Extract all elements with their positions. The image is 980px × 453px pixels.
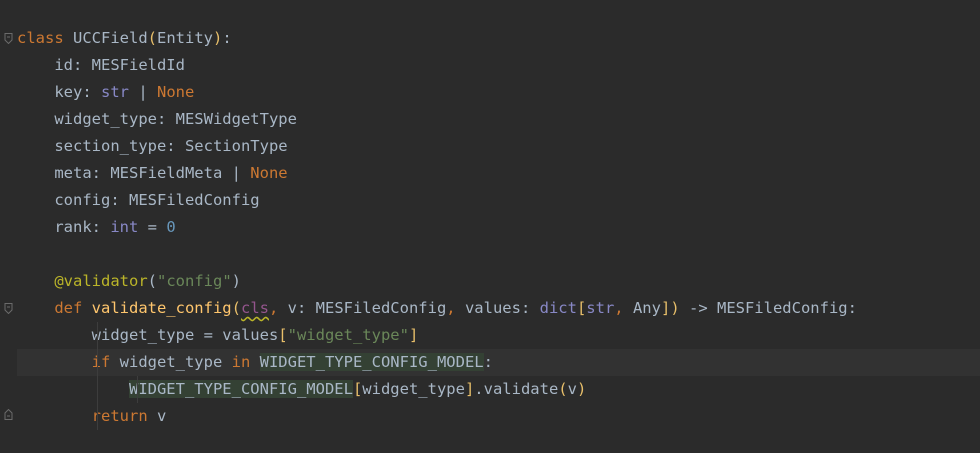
- code-token: int: [110, 218, 139, 236]
- code-token: ]: [660, 299, 671, 317]
- code-token: key:: [17, 83, 101, 101]
- code-token: validate_config: [91, 299, 232, 317]
- code-token: "config": [157, 272, 232, 290]
- code-token: rank:: [17, 218, 111, 236]
- code-token: None: [157, 83, 195, 101]
- code-token: if: [91, 353, 120, 371]
- editor-gutter: [0, 0, 14, 453]
- code-token: str: [586, 299, 615, 317]
- fold-open-icon[interactable]: [4, 33, 13, 44]
- code-token: ,: [446, 299, 465, 317]
- code-token: (: [147, 272, 157, 290]
- code-token: ,: [614, 299, 633, 317]
- code-token: ]: [408, 326, 419, 344]
- code-line[interactable]: id: MESFieldId: [17, 52, 980, 79]
- code-token: widget_type: [362, 380, 465, 398]
- code-token: UCCField: [73, 29, 148, 47]
- code-token: widget_type: MESWidgetType: [17, 110, 297, 128]
- code-token: Entity: [157, 29, 213, 47]
- code-token: :: [222, 29, 232, 47]
- code-token: ): [231, 272, 241, 290]
- code-token: (: [147, 29, 157, 47]
- code-token: cls: [240, 299, 269, 317]
- indent-guide: [97, 322, 98, 349]
- code-token: [: [278, 326, 288, 344]
- code-token: config: MESFiledConfig: [17, 191, 260, 209]
- code-line[interactable]: [17, 241, 980, 268]
- code-token: values:: [464, 299, 540, 317]
- code-line[interactable]: return v: [17, 403, 980, 430]
- code-token: ,: [268, 299, 288, 317]
- indent-guide: [97, 376, 98, 403]
- code-token: meta: MESFieldMeta |: [17, 164, 251, 182]
- code-token: widget_type: [119, 353, 232, 371]
- code-token: None: [250, 164, 288, 182]
- fold-end-icon[interactable]: [4, 409, 13, 420]
- code-token: [: [576, 299, 587, 317]
- code-token: ): [213, 29, 223, 47]
- code-token: Any: [632, 299, 661, 317]
- code-token: [: [352, 380, 363, 398]
- code-token: def: [54, 299, 92, 317]
- code-token: 0: [166, 218, 176, 236]
- indent-guide: [97, 403, 98, 430]
- code-token: v: MESFiledConfig: [287, 299, 447, 317]
- code-token: -> MESFiledConfig:: [679, 299, 857, 317]
- code-line[interactable]: rank: int = 0: [17, 214, 980, 241]
- code-token: |: [129, 83, 157, 101]
- code-token: widget_type = values: [17, 326, 279, 344]
- code-line[interactable]: @validator("config"): [17, 268, 980, 295]
- code-line[interactable]: class UCCField(Entity):: [17, 25, 980, 52]
- code-token: =: [138, 218, 167, 236]
- code-token: WIDGET_TYPE_CONFIG_MODEL: [259, 353, 484, 371]
- code-line[interactable]: key: str | None: [17, 79, 980, 106]
- code-token: id: MESFieldId: [17, 56, 185, 74]
- code-token: @validator: [54, 272, 148, 290]
- code-line[interactable]: meta: MESFieldMeta | None: [17, 160, 980, 187]
- code-line[interactable]: def validate_config(cls, v: MESFiledConf…: [17, 295, 980, 322]
- code-token: str: [101, 83, 129, 101]
- code-area[interactable]: class UCCField(Entity): id: MESFieldId k…: [17, 25, 980, 430]
- code-token: in: [231, 353, 260, 371]
- code-token: return: [91, 407, 157, 425]
- code-token: ): [576, 380, 587, 398]
- indent-guide: [137, 376, 138, 403]
- code-line[interactable]: WIDGET_TYPE_CONFIG_MODEL[widget_type].va…: [17, 376, 980, 403]
- code-line[interactable]: widget_type = values["widget_type"]: [17, 322, 980, 349]
- code-token: "widget_type": [287, 326, 409, 344]
- code-line[interactable]: widget_type: MESWidgetType: [17, 106, 980, 133]
- code-line[interactable]: section_type: SectionType: [17, 133, 980, 160]
- fold-open-icon[interactable]: [4, 303, 13, 314]
- code-token: (: [231, 299, 241, 317]
- code-editor[interactable]: class UCCField(Entity): id: MESFieldId k…: [0, 0, 980, 453]
- indent-guide: [97, 349, 98, 376]
- code-line[interactable]: if widget_type in WIDGET_TYPE_CONFIG_MOD…: [17, 349, 980, 376]
- code-token: section_type: SectionType: [17, 137, 288, 155]
- code-token: ]: [464, 380, 475, 398]
- code-token: :: [483, 353, 493, 371]
- code-line[interactable]: config: MESFiledConfig: [17, 187, 980, 214]
- code-token: WIDGET_TYPE_CONFIG_MODEL: [128, 380, 353, 398]
- code-token: v: [156, 407, 167, 425]
- code-token: ): [670, 299, 680, 317]
- code-token: dict: [539, 299, 577, 317]
- code-token: (: [558, 380, 568, 398]
- code-token: v: [567, 380, 577, 398]
- code-token: class: [17, 29, 73, 47]
- code-token: .validate: [474, 380, 559, 398]
